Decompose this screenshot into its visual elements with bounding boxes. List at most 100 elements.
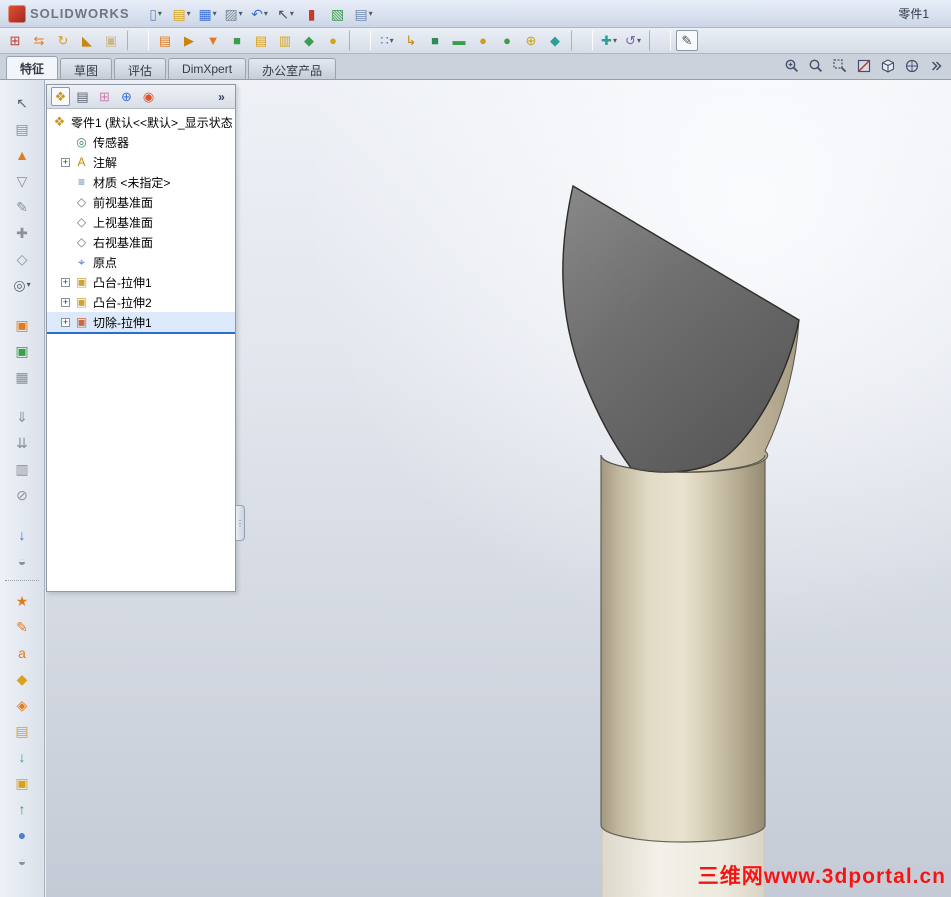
quick-toolbar-button[interactable]: ◆: [544, 30, 566, 51]
left-strip-button[interactable]: ◎ ▾: [9, 274, 35, 295]
display-style-icon[interactable]: [903, 57, 921, 75]
zoom-area-icon[interactable]: [831, 57, 849, 75]
dropdown-arrow-icon[interactable]: ▾: [390, 36, 394, 45]
dropdown-arrow-icon[interactable]: ▾: [158, 9, 162, 18]
left-strip-button[interactable]: ▲: [9, 144, 35, 165]
left-strip-button[interactable]: ⊘: [9, 484, 35, 505]
tree-item[interactable]: + ▣ 凸台-拉伸1: [47, 272, 235, 292]
left-strip-button[interactable]: ◒: [9, 550, 35, 571]
panel-tab-icon[interactable]: ⊕: [117, 87, 136, 106]
tree-item[interactable]: + ▣ 切除-拉伸1: [47, 312, 235, 334]
left-strip-button[interactable]: ▦: [9, 366, 35, 387]
left-strip-button[interactable]: ▣: [9, 314, 35, 335]
quick-toolbar-button[interactable]: ◣: [76, 30, 98, 51]
toolbar-button[interactable]: ▧: [326, 3, 350, 25]
toolbar-button[interactable]: ▦ ▾: [196, 3, 220, 25]
quick-toolbar-button[interactable]: ■: [424, 30, 446, 51]
toolbar-button[interactable]: ▨ ▾: [222, 3, 246, 25]
panel-collapse-handle[interactable]: ⋮: [236, 505, 245, 541]
toolbar-button[interactable]: ▮: [300, 3, 324, 25]
left-strip-button[interactable]: ★: [9, 590, 35, 611]
left-strip-button[interactable]: ●: [9, 824, 35, 845]
dropdown-arrow-icon[interactable]: ▾: [369, 9, 373, 18]
left-strip-button[interactable]: [9, 510, 35, 519]
quick-toolbar-button[interactable]: ∷ ▾: [376, 30, 398, 51]
quick-toolbar-button[interactable]: ●: [472, 30, 494, 51]
dropdown-arrow-icon[interactable]: ▾: [637, 36, 641, 45]
left-strip-button[interactable]: ⇊: [9, 432, 35, 453]
left-strip-button[interactable]: ↓: [9, 524, 35, 545]
tree-root-item[interactable]: ❖ 零件1 (默认<<默认>_显示状态: [47, 112, 235, 132]
dropdown-arrow-icon[interactable]: ▾: [239, 9, 243, 18]
quick-toolbar-button[interactable]: ✎: [676, 30, 698, 51]
quick-toolbar-button[interactable]: ●: [496, 30, 518, 51]
left-strip-button[interactable]: ⇓: [9, 406, 35, 427]
dropdown-arrow-icon[interactable]: ▾: [290, 9, 294, 18]
zoom-in-icon[interactable]: [783, 57, 801, 75]
toolbar-button[interactable]: ▤ ▾: [352, 3, 376, 25]
dropdown-arrow-icon[interactable]: ▾: [187, 9, 191, 18]
toolbar-button[interactable]: ↶ ▾: [248, 3, 272, 25]
command-tab[interactable]: DimXpert: [168, 58, 247, 79]
left-strip-button[interactable]: ▽: [9, 170, 35, 191]
expand-toggle-icon[interactable]: +: [61, 157, 70, 167]
quick-toolbar-button[interactable]: ▶: [178, 30, 200, 51]
command-tab[interactable]: 草图: [60, 58, 113, 79]
dropdown-arrow-icon[interactable]: ▾: [27, 280, 31, 289]
command-tab[interactable]: 评估: [114, 58, 167, 79]
tree-item[interactable]: ⌖ 原点: [47, 252, 235, 272]
left-strip-button[interactable]: ▤: [9, 720, 35, 741]
left-strip-button[interactable]: ✚: [9, 222, 35, 243]
view-orientation-icon[interactable]: [879, 57, 897, 75]
expand-toggle-icon[interactable]: +: [61, 297, 70, 307]
quick-toolbar-button[interactable]: ⇆: [28, 30, 50, 51]
tree-item[interactable]: + A 注解: [47, 152, 235, 172]
quick-toolbar-button[interactable]: ↻: [52, 30, 74, 51]
toolbar-button[interactable]: ▯ ▾: [144, 3, 168, 25]
expand-toggle-icon[interactable]: +: [61, 317, 70, 327]
zoom-fit-icon[interactable]: [807, 57, 825, 75]
quick-toolbar-button[interactable]: ▼: [202, 30, 224, 51]
panel-tab-icon[interactable]: ▤: [73, 87, 92, 106]
quick-toolbar-button[interactable]: ▥: [274, 30, 296, 51]
left-strip-button[interactable]: ▤: [9, 118, 35, 139]
overflow-chevron-icon[interactable]: [927, 57, 945, 75]
quick-toolbar-button[interactable]: [349, 30, 371, 51]
quick-toolbar-button[interactable]: ▬: [448, 30, 470, 51]
left-strip-button[interactable]: [9, 300, 35, 309]
dropdown-arrow-icon[interactable]: ▾: [213, 9, 217, 18]
command-tab[interactable]: 特征: [6, 56, 59, 79]
left-strip-button[interactable]: ◇: [9, 248, 35, 269]
left-strip-button[interactable]: a: [9, 642, 35, 663]
panel-tab-icon[interactable]: ⊞: [95, 87, 114, 106]
left-strip-button[interactable]: ↑: [9, 798, 35, 819]
left-strip-button[interactable]: ↖: [9, 92, 35, 113]
panel-tab-icon[interactable]: ◉: [139, 87, 158, 106]
left-strip-button[interactable]: [9, 392, 35, 401]
quick-toolbar-button[interactable]: [571, 30, 593, 51]
quick-toolbar-button[interactable]: ●: [322, 30, 344, 51]
toolbar-button[interactable]: ↖ ▾: [274, 3, 298, 25]
quick-toolbar-button[interactable]: ▤: [250, 30, 272, 51]
left-strip-button[interactable]: ▣: [9, 772, 35, 793]
left-strip-button[interactable]: ↓: [9, 746, 35, 767]
tree-item[interactable]: + ▣ 凸台-拉伸2: [47, 292, 235, 312]
left-strip-button[interactable]: ◈: [9, 694, 35, 715]
left-strip-button[interactable]: ✎: [9, 616, 35, 637]
left-strip-button[interactable]: ▥: [9, 458, 35, 479]
tree-item[interactable]: ◎ 传感器: [47, 132, 235, 152]
quick-toolbar-button[interactable]: ▤: [154, 30, 176, 51]
tree-item[interactable]: ≡ 材质 <未指定>: [47, 172, 235, 192]
left-strip-button[interactable]: ✎: [9, 196, 35, 217]
dropdown-arrow-icon[interactable]: ▾: [613, 36, 617, 45]
quick-toolbar-button[interactable]: ■: [226, 30, 248, 51]
panel-tab-icon[interactable]: »: [212, 87, 231, 106]
model-cylinder-body[interactable]: [600, 454, 766, 843]
quick-toolbar-button[interactable]: ◆: [298, 30, 320, 51]
quick-toolbar-button[interactable]: ✚ ▾: [598, 30, 620, 51]
tree-item[interactable]: ◇ 右视基准面: [47, 232, 235, 252]
quick-toolbar-button[interactable]: ↺ ▾: [622, 30, 644, 51]
command-tab[interactable]: 办公室产品: [248, 58, 337, 79]
section-view-icon[interactable]: [855, 57, 873, 75]
quick-toolbar-button[interactable]: [649, 30, 671, 51]
